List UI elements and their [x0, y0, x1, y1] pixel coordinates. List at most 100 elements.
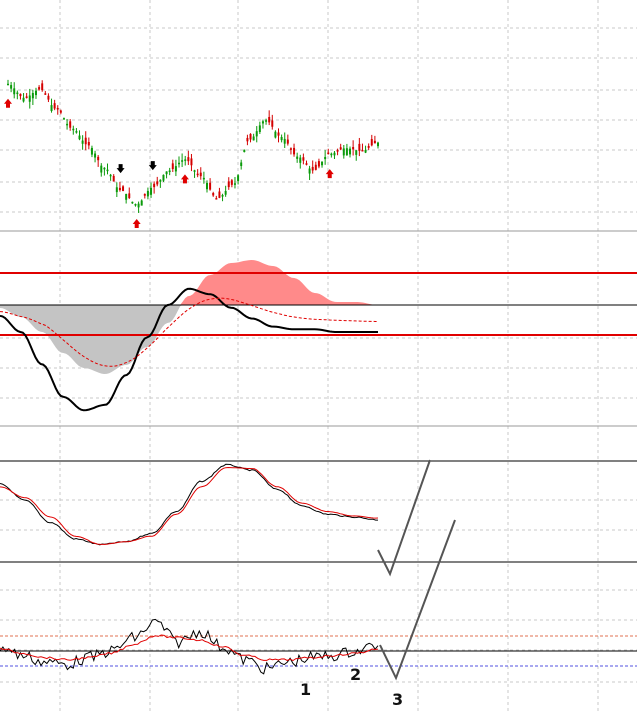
candle-body — [109, 174, 112, 177]
smoothed-main-line — [0, 463, 378, 546]
candle-body — [22, 97, 25, 102]
candle-body — [184, 159, 187, 161]
candle-body — [330, 153, 333, 156]
candle-body — [59, 110, 62, 113]
candle-body — [311, 166, 314, 171]
candle-body — [224, 190, 227, 195]
candle-body — [324, 156, 327, 160]
candle-body — [314, 164, 317, 170]
candle-body — [221, 195, 224, 197]
candle-body — [355, 150, 358, 155]
candle-body — [193, 170, 196, 172]
candle-body — [230, 180, 233, 185]
candle-body — [237, 175, 240, 182]
candle-body — [131, 201, 134, 204]
candle-body — [258, 125, 261, 132]
candle-body — [274, 131, 277, 138]
candle-body — [153, 183, 156, 188]
candle-body — [364, 149, 367, 153]
oscillator-positive-area — [0, 260, 378, 305]
candle-body — [137, 203, 140, 208]
annotation-stroke-upper — [377, 459, 431, 577]
sell-arrow-icon — [116, 164, 125, 174]
candle-body — [16, 92, 19, 95]
candle-body — [81, 140, 84, 144]
candle-body — [72, 128, 75, 131]
annotation-label-1: 1 — [300, 680, 311, 699]
candle-body — [146, 190, 149, 197]
candle-body — [41, 83, 44, 91]
candle-body — [377, 142, 379, 147]
candle-body — [367, 146, 370, 148]
candle-body — [140, 200, 143, 206]
candle-body — [199, 172, 202, 177]
candle-body — [84, 137, 87, 145]
candle-body — [249, 133, 252, 140]
candle-body — [10, 85, 13, 89]
candle-body — [265, 120, 268, 122]
candle-body — [302, 157, 305, 161]
candle-body — [62, 118, 65, 120]
candle-body — [327, 152, 330, 155]
buy-arrow-icon — [325, 169, 334, 179]
candle-body — [212, 192, 215, 196]
candle-body — [103, 167, 106, 170]
candle-body — [333, 152, 336, 156]
candle-body — [233, 183, 236, 185]
candle-body — [47, 95, 50, 100]
candle-body — [128, 193, 131, 199]
buy-arrow-icon — [132, 219, 141, 229]
chart-canvas: 1 2 3 — [0, 0, 637, 714]
candle-body — [268, 116, 271, 123]
candle-body — [286, 139, 289, 144]
candle-body — [90, 147, 93, 155]
candle-body — [13, 88, 16, 95]
oscillator-negative-area — [0, 305, 378, 374]
candle-body — [38, 87, 41, 90]
candle-body — [243, 149, 246, 153]
candle-body — [19, 93, 22, 97]
annotation-label-2: 2 — [350, 665, 361, 684]
candle-body — [143, 193, 146, 196]
candle-body — [100, 165, 103, 173]
candle-body — [215, 198, 218, 200]
candle-body — [156, 181, 159, 185]
candle-body — [31, 92, 34, 99]
candle-body — [202, 177, 205, 180]
candle-body — [150, 187, 153, 195]
candle-body — [178, 162, 181, 165]
candle-body — [97, 156, 100, 161]
candle-body — [196, 173, 199, 176]
candle-body — [78, 135, 81, 140]
candle-body — [7, 83, 9, 86]
candle-body — [289, 148, 292, 150]
candle-body — [159, 179, 162, 182]
candle-body — [118, 187, 121, 191]
oscillator-panel — [0, 260, 637, 412]
candle-body — [28, 95, 31, 102]
candle-body — [296, 156, 299, 159]
candle-body — [50, 105, 53, 111]
candle-body — [112, 175, 115, 182]
candle-body — [174, 166, 177, 172]
buy-arrow-icon — [4, 98, 12, 108]
candle-body — [218, 191, 221, 198]
smoothed-signal-line — [0, 466, 379, 545]
candle-body — [240, 162, 243, 166]
candle-body — [209, 182, 212, 190]
candle-body — [56, 107, 59, 110]
candle-body — [94, 153, 97, 158]
candle-body — [271, 120, 274, 127]
candle-body — [162, 174, 165, 181]
candle-body — [339, 147, 342, 150]
candle-body — [122, 186, 125, 191]
candle-body — [168, 170, 171, 173]
candle-body — [171, 163, 174, 170]
candle-body — [277, 132, 280, 136]
candle-body — [342, 148, 345, 156]
candle-body — [255, 131, 258, 137]
candle-body — [190, 158, 193, 166]
candle-body — [261, 121, 264, 124]
candle-body — [134, 204, 137, 206]
candle-body — [252, 136, 255, 141]
